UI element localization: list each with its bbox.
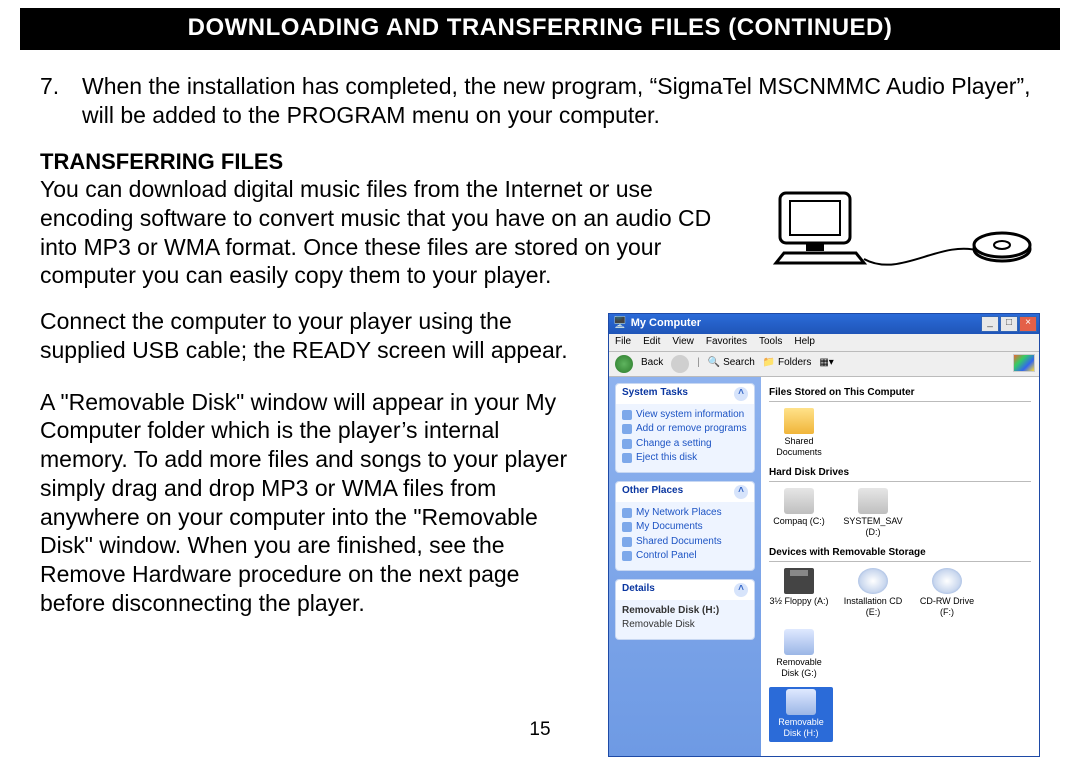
other-places-header[interactable]: Other Places	[622, 485, 683, 498]
details-line-2: Removable Disk	[622, 618, 748, 633]
chevron-icon[interactable]: ˄	[734, 387, 748, 401]
row-bottom: Connect the computer to your player usin…	[40, 317, 1040, 757]
item-label: Removable Disk (H:)	[771, 717, 831, 740]
menu-tools[interactable]: Tools	[759, 336, 782, 349]
search-button[interactable]: 🔍 Search	[708, 357, 755, 370]
menu-view[interactable]: View	[672, 336, 694, 349]
removable-disk-icon	[784, 629, 814, 655]
menu-file[interactable]: File	[615, 336, 631, 349]
system-tasks-panel: System Tasks ˄ View system information Ad…	[615, 383, 755, 473]
folders-button[interactable]: 📁 Folders	[763, 357, 812, 370]
paragraph-connect: Connect the computer to your player usin…	[40, 307, 590, 365]
side-panel: System Tasks ˄ View system information Ad…	[609, 377, 761, 756]
item-label: Shared Documents	[769, 436, 829, 459]
item-label: Removable Disk (G:)	[769, 657, 829, 680]
item-cdrw-f[interactable]: CD-RW Drive (F:)	[917, 568, 977, 619]
menu-help[interactable]: Help	[794, 336, 815, 349]
details-panel: Details ˄ Removable Disk (H:) Removable D…	[615, 579, 755, 640]
task-change-setting[interactable]: Change a setting	[622, 437, 748, 452]
page: DOWNLOADING AND TRANSFERRING FILES (CONT…	[0, 0, 1080, 757]
place-shared-documents[interactable]: Shared Documents	[622, 535, 748, 550]
group-removable: Devices with Removable Storage	[769, 547, 1031, 563]
paragraph-removable-disk: A "Removable Disk" window will appear in…	[40, 388, 590, 618]
item-floppy-a[interactable]: 3½ Floppy (A:)	[769, 568, 829, 619]
content-pane: Files Stored on This Computer Shared Doc…	[761, 377, 1039, 756]
computer-to-player-diagram	[770, 175, 1040, 286]
subheading-transferring-files: TRANSFERRING FILES	[40, 148, 1040, 176]
cd-icon	[858, 568, 888, 594]
window-title: My Computer	[631, 317, 701, 331]
item-shared-documents[interactable]: Shared Documents	[769, 408, 829, 459]
close-button[interactable]: ×	[1019, 316, 1037, 332]
cd-icon	[932, 568, 962, 594]
item-label: 3½ Floppy (A:)	[769, 596, 829, 607]
my-computer-window: 🖥️ My Computer _ □ × File Edit View Favo…	[608, 313, 1040, 757]
window-body: System Tasks ˄ View system information Ad…	[609, 377, 1039, 756]
chevron-icon[interactable]: ˄	[734, 583, 748, 597]
removable-disk-icon	[786, 689, 816, 715]
task-eject-disk[interactable]: Eject this disk	[622, 451, 748, 466]
group-files-stored: Files Stored on This Computer	[769, 387, 1031, 403]
folder-icon	[784, 408, 814, 434]
window-titlebar: 🖥️ My Computer _ □ ×	[609, 314, 1039, 334]
maximize-button[interactable]: □	[1000, 316, 1018, 332]
item-label: CD-RW Drive (F:)	[917, 596, 977, 619]
toolbar: Back | 🔍 Search 📁 Folders ▦▾	[609, 352, 1039, 377]
chevron-icon[interactable]: ˄	[734, 485, 748, 499]
step-number: 7.	[40, 72, 68, 130]
item-removable-g[interactable]: Removable Disk (G:)	[769, 629, 829, 680]
paragraph-intro: You can download digital music files fro…	[40, 175, 752, 290]
place-control-panel[interactable]: Control Panel	[622, 549, 748, 564]
step-7: 7. When the installation has completed, …	[40, 72, 1040, 130]
item-drive-c[interactable]: Compaq (C:)	[769, 488, 829, 539]
item-cd-e[interactable]: Installation CD (E:)	[843, 568, 903, 619]
page-title-bar: DOWNLOADING AND TRANSFERRING FILES (CONT…	[20, 8, 1060, 50]
views-button[interactable]: ▦▾	[819, 357, 833, 370]
body-area: 7. When the installation has completed, …	[20, 50, 1060, 757]
back-button[interactable]	[615, 355, 633, 373]
item-label: SYSTEM_SAV (D:)	[843, 516, 903, 539]
task-add-remove-programs[interactable]: Add or remove programs	[622, 422, 748, 437]
forward-button[interactable]	[671, 355, 689, 373]
minimize-button[interactable]: _	[981, 316, 999, 332]
place-network[interactable]: My Network Places	[622, 506, 748, 521]
item-label: Installation CD (E:)	[843, 596, 903, 619]
other-places-panel: Other Places ˄ My Network Places My Docum…	[615, 481, 755, 571]
place-my-documents[interactable]: My Documents	[622, 520, 748, 535]
system-tasks-header[interactable]: System Tasks	[622, 387, 688, 400]
menu-edit[interactable]: Edit	[643, 336, 660, 349]
task-view-system-info[interactable]: View system information	[622, 408, 748, 423]
floppy-icon	[784, 568, 814, 594]
hard-drive-icon	[784, 488, 814, 514]
back-label: Back	[641, 357, 663, 370]
menu-bar: File Edit View Favorites Tools Help	[609, 334, 1039, 352]
menu-favorites[interactable]: Favorites	[706, 336, 747, 349]
row-top: You can download digital music files fro…	[40, 175, 1040, 313]
step-text: When the installation has completed, the…	[82, 72, 1040, 130]
details-header[interactable]: Details	[622, 583, 655, 596]
item-removable-h-selected[interactable]: Removable Disk (H:)	[769, 687, 833, 742]
item-drive-d[interactable]: SYSTEM_SAV (D:)	[843, 488, 903, 539]
details-line-1: Removable Disk (H:)	[622, 604, 748, 619]
item-label: Compaq (C:)	[769, 516, 829, 527]
my-computer-icon: 🖥️	[613, 317, 627, 331]
group-hard-disk: Hard Disk Drives	[769, 467, 1031, 483]
hard-drive-icon	[858, 488, 888, 514]
page-number: 15	[529, 719, 550, 741]
windows-logo-icon	[1013, 354, 1035, 372]
